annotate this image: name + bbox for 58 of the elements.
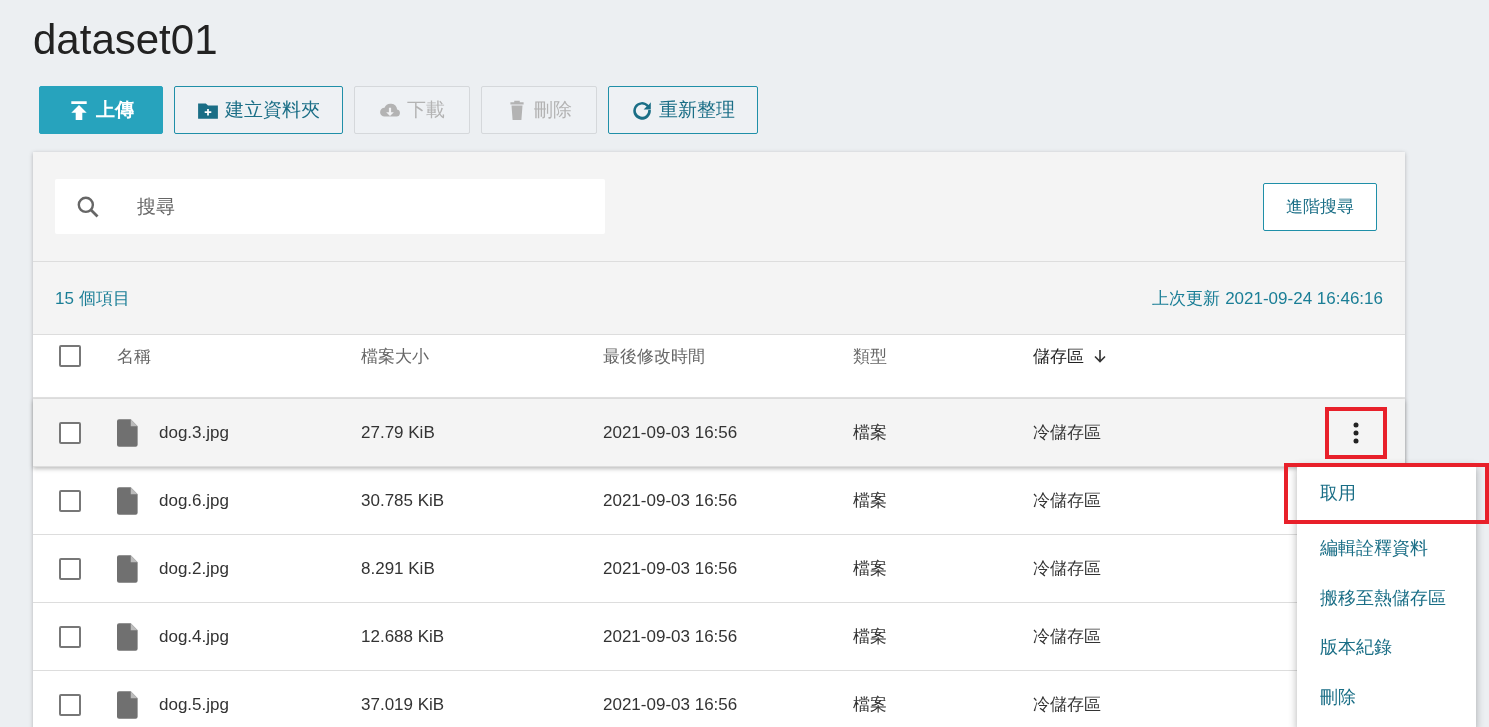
column-header[interactable]: 最後修改時間 (603, 346, 705, 366)
modified-time: 2021-09-03 16:56 (603, 490, 739, 511)
arrow-down-icon (1092, 348, 1108, 365)
menu-item[interactable]: 版本紀錄 (1297, 623, 1476, 673)
storage-class: 冷儲存區 (1033, 694, 1102, 716)
menu-item[interactable]: 刪除 (1297, 672, 1476, 722)
file-size: 12.688 KiB (361, 626, 446, 647)
menu-item[interactable]: 搬移至熱儲存區 (1297, 573, 1476, 623)
last-updated: 上次更新 2021-09-24 16:46:16 (1152, 287, 1383, 310)
storage-class: 冷儲存區 (1033, 558, 1102, 580)
column-header[interactable]: 儲存區 (1033, 344, 1084, 368)
upload-icon (68, 99, 90, 121)
item-count: 15 個項目 (55, 287, 130, 310)
file-icon (117, 622, 139, 651)
column-header[interactable]: 名稱 (117, 346, 151, 366)
more-options-button[interactable] (1325, 406, 1387, 459)
file-name: dog.4.jpg (159, 626, 229, 647)
row-checkbox[interactable] (59, 489, 81, 512)
column-header[interactable]: 檔案大小 (361, 346, 429, 366)
search-field[interactable]: 搜尋 (55, 179, 605, 234)
menu-item[interactable]: 編輯詮釋資料 (1297, 524, 1476, 574)
row-checkbox[interactable] (59, 421, 81, 444)
modified-time: 2021-09-03 16:56 (603, 558, 739, 579)
file-name: dog.6.jpg (159, 490, 229, 511)
file-name: dog.5.jpg (159, 694, 229, 715)
refresh-icon (631, 99, 653, 121)
file-type: 檔案 (853, 694, 888, 716)
file-icon (117, 554, 139, 583)
file-icon (117, 486, 139, 515)
storage-class: 冷儲存區 (1033, 490, 1102, 512)
file-name: dog.2.jpg (159, 558, 229, 579)
column-header[interactable]: 類型 (853, 346, 887, 366)
file-type: 檔案 (853, 490, 888, 512)
row-checkbox[interactable] (59, 693, 81, 716)
storage-class: 冷儲存區 (1033, 626, 1102, 648)
file-size: 30.785 KiB (361, 490, 446, 511)
storage-class: 冷儲存區 (1033, 422, 1102, 444)
file-type: 檔案 (853, 422, 888, 444)
file-size: 37.019 KiB (361, 694, 446, 715)
search-icon (75, 194, 101, 220)
file-type: 檔案 (853, 558, 888, 580)
select-all-checkbox[interactable] (59, 345, 81, 368)
file-icon (117, 690, 139, 719)
modified-time: 2021-09-03 16:56 (603, 626, 739, 647)
file-size: 27.79 KiB (361, 422, 436, 443)
page-title: dataset01 (33, 15, 219, 65)
file-icon (117, 418, 139, 447)
file-type: 檔案 (853, 626, 888, 648)
refresh-button[interactable]: 重新整理 (608, 86, 758, 134)
row-checkbox[interactable] (59, 557, 81, 580)
row-checkbox[interactable] (59, 625, 81, 648)
modified-time: 2021-09-03 16:56 (603, 422, 739, 443)
modified-time: 2021-09-03 16:56 (603, 694, 739, 715)
file-size: 8.291 KiB (361, 558, 436, 579)
advanced-search-button[interactable]: 進階搜尋 (1263, 182, 1377, 231)
new-folder-button[interactable]: 建立資料夾 (174, 86, 343, 134)
kebab-icon (1353, 421, 1359, 444)
file-name: dog.3.jpg (159, 422, 229, 443)
